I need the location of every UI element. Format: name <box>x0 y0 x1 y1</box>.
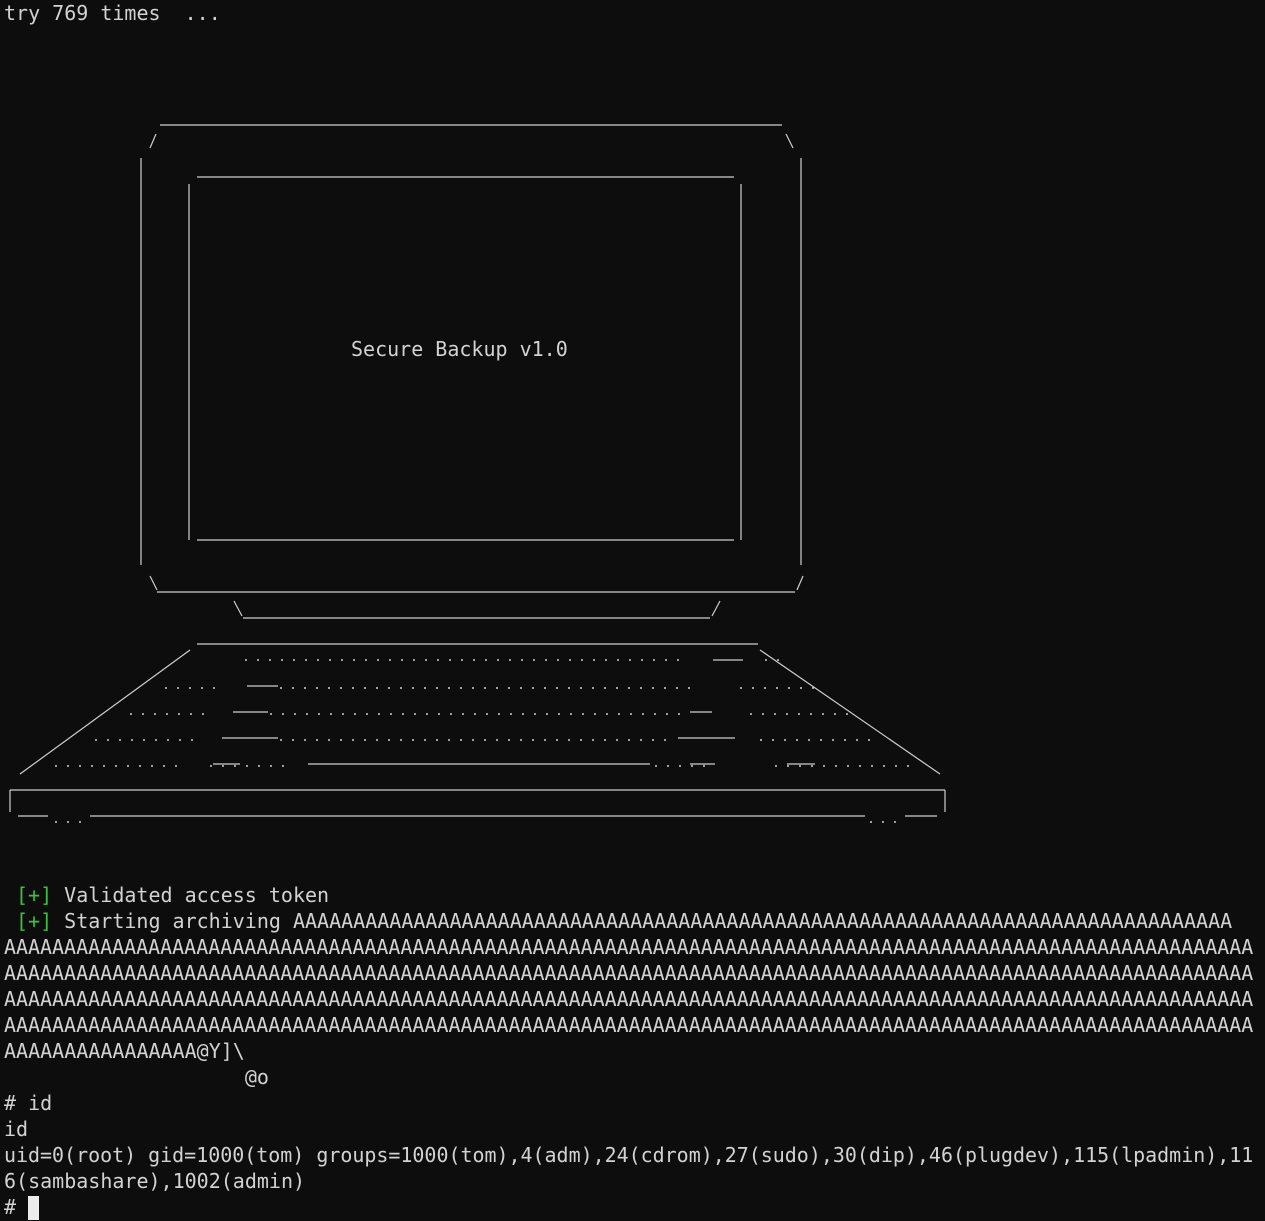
banner-title: Secure Backup v1.0 <box>351 337 568 361</box>
command-echo: id <box>4 1117 29 1141</box>
payload-line: AAAAAAAAAAAAAAAAAAAAAAAAAAAAAAAAAAAAAAAA… <box>4 961 1254 985</box>
payload-line: AAAAAAAAAAAAAAAAAAAAAAAAAAAAAAAAAAAAAAAA… <box>4 935 1254 959</box>
monitor-bottom-right-corner <box>796 575 804 591</box>
payload-line: AAAAAAAAAAAAAAAAAAAAAAAAAAAAAAAAAAAAAAAA… <box>4 987 1254 1011</box>
keyboard-right-side <box>759 649 941 775</box>
text-cursor[interactable] <box>28 1196 39 1220</box>
keyboard-key-rows <box>55 659 915 767</box>
status-text: Validated access token <box>64 883 330 907</box>
status-line-validated: [+] Validated access token <box>16 882 329 908</box>
command-output: uid=0(root) gid=1000(tom) groups=1000(to… <box>4 1143 1254 1167</box>
success-marker: [+] <box>16 909 53 933</box>
payload-line: AAAAAAAAAAAAAAAA@Y]\ <box>4 1039 245 1063</box>
success-marker: [+] <box>16 883 53 907</box>
shell-prompt: # <box>4 1195 17 1219</box>
payload-line: @o <box>4 1065 269 1089</box>
command-output: 6(sambashare),1002(admin) <box>4 1169 306 1193</box>
monitor-bottom-left-corner <box>149 575 158 591</box>
monitor-top-left-corner <box>149 133 157 149</box>
keyboard-left-side <box>19 649 191 775</box>
status-line-starting: [+] Starting archiving AAAAAAAAAAAAAAAAA… <box>16 908 1232 934</box>
stand-right-slope <box>711 600 721 617</box>
payload-line: AAAAAAAAAAAAAAAAAAAAAAAAAAAAAAAAAAAAAAAA… <box>4 1013 1254 1037</box>
stand-left-slope <box>233 600 243 617</box>
monitor-top-right-corner <box>785 133 794 149</box>
terminal-window[interactable]: try 769 times ... Secure Backup v1.0 [+]… <box>0 0 1265 1221</box>
command-line: # id <box>4 1091 53 1115</box>
status-text: Starting archiving AAAAAAAAAAAAAAAAAAAAA… <box>64 909 1233 933</box>
